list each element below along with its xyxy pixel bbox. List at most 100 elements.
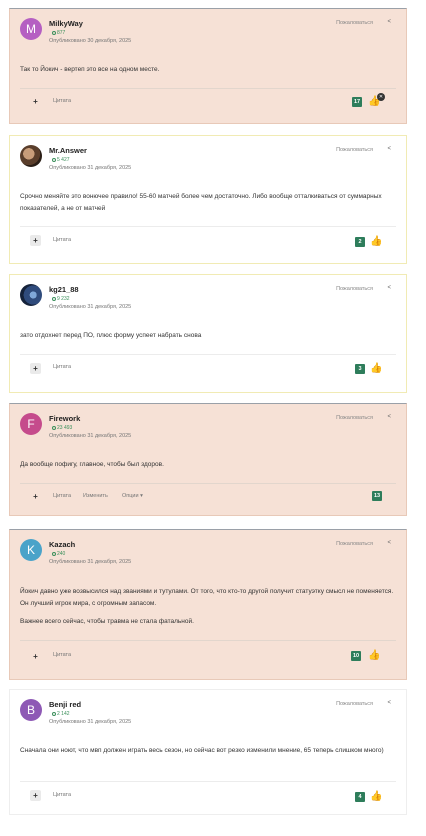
post-content: Сначала они ноют, что мвп должен играть … bbox=[20, 745, 396, 757]
reputation-icon bbox=[52, 425, 56, 430]
author-name[interactable]: MilkyWay bbox=[49, 19, 83, 28]
thumbs-up-icon: 👍 bbox=[370, 791, 383, 802]
post-paragraph: Йокич давно уже возвысился над званиями … bbox=[20, 588, 394, 607]
post: B Benji red 2 142 Опубликовано 31 декабр… bbox=[9, 689, 407, 815]
report-link[interactable]: Пожаловаться bbox=[336, 541, 373, 547]
post: K Kazach 240 Опубликовано 31 декабря, 20… bbox=[9, 529, 407, 680]
post-date: Опубликовано 31 декабря, 2025 bbox=[49, 433, 132, 439]
add-reaction-button[interactable]: + bbox=[30, 96, 41, 107]
options-label: Опции bbox=[122, 493, 139, 499]
reputation-badge: 240 bbox=[52, 551, 65, 557]
reputation-icon bbox=[52, 296, 56, 301]
post-content: Да вообще пофигу, главное, чтобы был здо… bbox=[20, 459, 396, 471]
reputation-value: 23 493 bbox=[57, 425, 73, 431]
quote-button[interactable]: Цитата bbox=[53, 493, 71, 499]
share-icon[interactable]: < bbox=[387, 700, 391, 706]
reputation-value: 9 232 bbox=[57, 296, 70, 302]
reputation-icon bbox=[52, 30, 56, 35]
reputation-badge: 23 493 bbox=[52, 425, 72, 431]
share-icon[interactable]: < bbox=[387, 540, 391, 546]
post-content: Йокич давно уже возвысился над званиями … bbox=[20, 586, 396, 628]
add-reaction-button[interactable]: + bbox=[30, 790, 41, 801]
author-name[interactable]: kg21_88 bbox=[49, 285, 79, 294]
quote-button[interactable]: Цитата bbox=[53, 364, 71, 370]
reaction-count[interactable]: 13 bbox=[372, 491, 383, 501]
share-icon[interactable]: < bbox=[387, 414, 391, 420]
reaction-count[interactable]: 4 bbox=[355, 792, 365, 802]
post: kg21_88 9 232 Опубликовано 31 декабря, 2… bbox=[9, 274, 407, 393]
like-reaction[interactable]: 👍 bbox=[370, 362, 382, 374]
post-paragraph: зато отдохнет перед ПО, плюс форму успее… bbox=[20, 332, 202, 339]
post-paragraph: Срочно меняйте это вонючее правило! 55-6… bbox=[20, 193, 382, 212]
options-menu[interactable]: Опции ▾ bbox=[122, 493, 143, 499]
avatar[interactable]: B bbox=[20, 699, 42, 721]
report-link[interactable]: Пожаловаться bbox=[336, 415, 373, 421]
edit-button[interactable]: Изменить bbox=[83, 493, 108, 499]
reaction-count[interactable]: 17 bbox=[352, 97, 363, 107]
thumbs-up-icon: 👍 bbox=[370, 236, 383, 247]
post: F Firework 23 493 Опубликовано 31 декабр… bbox=[9, 403, 407, 516]
avatar[interactable] bbox=[20, 145, 42, 167]
reputation-icon bbox=[52, 711, 56, 716]
post-content: зато отдохнет перед ПО, плюс форму успее… bbox=[20, 330, 396, 342]
post-paragraph: Сначала они ноют, что мвп должен играть … bbox=[20, 747, 384, 754]
reputation-value: 5 427 bbox=[57, 157, 70, 163]
post-date: Опубликовано 31 декабря, 2025 bbox=[49, 304, 132, 310]
caret-down-icon: ▾ bbox=[140, 493, 143, 499]
quote-button[interactable]: Цитата bbox=[53, 652, 71, 658]
post: M MilkyWay 877 Опубликовано 30 декабря, … bbox=[9, 8, 407, 124]
quote-button[interactable]: Цитата bbox=[53, 792, 71, 798]
report-link[interactable]: Пожаловаться bbox=[336, 701, 373, 707]
reputation-icon bbox=[52, 157, 56, 162]
post-content: Срочно меняйте это вонючее правило! 55-6… bbox=[20, 191, 396, 215]
reputation-value: 877 bbox=[57, 30, 66, 36]
report-link[interactable]: Пожаловаться bbox=[336, 20, 373, 26]
like-reaction[interactable]: 👍 bbox=[370, 235, 382, 247]
reputation-badge: 877 bbox=[52, 30, 65, 36]
add-reaction-button[interactable]: + bbox=[30, 491, 41, 502]
post: Mr.Answer 5 427 Опубликовано 31 декабря,… bbox=[9, 135, 407, 264]
report-link[interactable]: Пожаловаться bbox=[336, 147, 373, 153]
remove-reaction-icon[interactable]: ✕ bbox=[377, 93, 385, 101]
like-reaction[interactable]: 👍 ✕ bbox=[368, 93, 385, 107]
author-name[interactable]: Firework bbox=[49, 414, 80, 423]
post-paragraph: Важнее всего сейчас, чтобы травма не ста… bbox=[20, 618, 194, 625]
quote-button[interactable]: Цитата bbox=[53, 98, 71, 104]
reputation-icon bbox=[52, 551, 56, 556]
share-icon[interactable]: < bbox=[387, 146, 391, 152]
thumbs-up-icon: 👍 bbox=[368, 650, 381, 661]
add-reaction-button[interactable]: + bbox=[30, 363, 41, 374]
avatar[interactable]: M bbox=[20, 18, 42, 40]
like-reaction[interactable]: 👍 bbox=[370, 790, 382, 802]
share-icon[interactable]: < bbox=[387, 19, 391, 25]
add-reaction-button[interactable]: + bbox=[30, 651, 41, 662]
quote-button[interactable]: Цитата bbox=[53, 237, 71, 243]
reaction-count[interactable]: 10 bbox=[351, 651, 362, 661]
divider bbox=[20, 781, 396, 782]
share-icon[interactable]: < bbox=[387, 285, 391, 291]
divider bbox=[20, 226, 396, 227]
reputation-value: 2 142 bbox=[57, 711, 70, 717]
reputation-badge: 9 232 bbox=[52, 296, 70, 302]
post-date: Опубликовано 30 декабря, 2025 bbox=[49, 38, 132, 44]
like-reaction[interactable]: 👍 bbox=[368, 649, 380, 661]
reputation-badge: 2 142 bbox=[52, 711, 70, 717]
author-name[interactable]: Kazach bbox=[49, 540, 75, 549]
divider bbox=[20, 88, 396, 89]
author-name[interactable]: Mr.Answer bbox=[49, 146, 87, 155]
post-date: Опубликовано 31 декабря, 2025 bbox=[49, 165, 132, 171]
divider bbox=[20, 354, 396, 355]
thumbs-up-icon: 👍 bbox=[370, 363, 383, 374]
add-reaction-button[interactable]: + bbox=[30, 235, 41, 246]
avatar[interactable]: F bbox=[20, 413, 42, 435]
reaction-count[interactable]: 2 bbox=[355, 237, 365, 247]
divider bbox=[20, 483, 396, 484]
divider bbox=[20, 640, 396, 641]
report-link[interactable]: Пожаловаться bbox=[336, 286, 373, 292]
post-paragraph: Да вообще пофигу, главное, чтобы был здо… bbox=[20, 461, 164, 468]
avatar[interactable]: K bbox=[20, 539, 42, 561]
avatar[interactable] bbox=[20, 284, 42, 306]
author-name[interactable]: Benji red bbox=[49, 700, 81, 709]
reaction-count[interactable]: 3 bbox=[355, 364, 365, 374]
post-date: Опубликовано 31 декабря, 2025 bbox=[49, 559, 132, 565]
